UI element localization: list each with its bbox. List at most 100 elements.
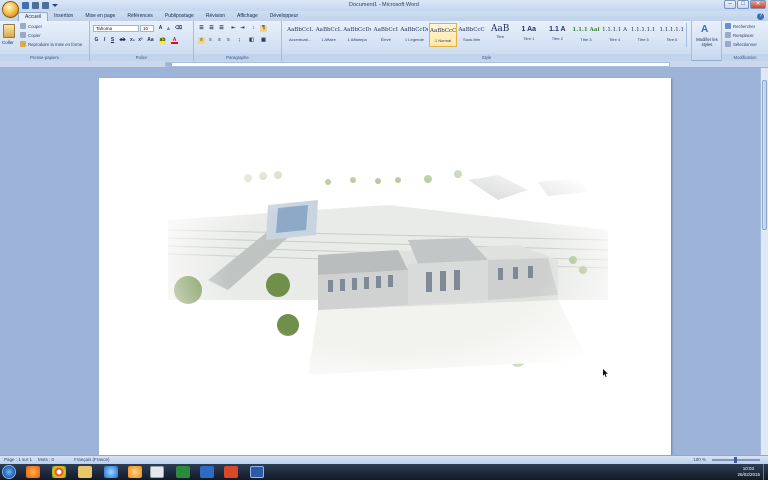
style-item[interactable]: 1.1.1.1 A Titre 4 xyxy=(601,23,629,47)
ie-icon[interactable] xyxy=(104,466,118,478)
style-sample: AaB xyxy=(490,24,510,34)
tray-time[interactable]: 10:03 xyxy=(743,466,754,471)
style-item[interactable]: AaBbCcI Élevé xyxy=(372,23,400,47)
window-controls: – □ ✕ xyxy=(724,0,766,9)
style-item[interactable]: 1 Aa Titre 1 xyxy=(515,23,543,47)
align-right-button[interactable]: ≡ xyxy=(216,37,223,44)
style-item[interactable]: AaBbCcC Sous-titre xyxy=(458,23,486,47)
style-item[interactable]: 1.1.1 Aal Titre 3 xyxy=(572,23,600,47)
style-item[interactable]: AaBbCcL Accentuati... xyxy=(286,23,314,47)
change-styles-button[interactable]: Modifier les styles xyxy=(692,37,722,47)
tab-affichage[interactable]: Affichage xyxy=(231,12,264,21)
tray-date[interactable]: 26/02/2015 xyxy=(737,472,760,477)
underline-button[interactable]: S xyxy=(109,37,116,44)
tab-accueil[interactable]: Accueil xyxy=(18,12,49,21)
style-item[interactable]: AaBbCcL 1 Affaire xyxy=(315,23,343,47)
tab-developpeur[interactable]: Développeur xyxy=(264,12,304,21)
scroll-thumb[interactable] xyxy=(762,80,767,230)
shading-button[interactable]: ◧ xyxy=(248,37,255,44)
highlight-button[interactable]: ab xyxy=(159,37,166,44)
decrease-indent-button[interactable]: ⇤ xyxy=(230,25,237,32)
word-icon[interactable] xyxy=(250,466,264,478)
paste-button[interactable]: Coller xyxy=(2,40,14,45)
format-painter-button[interactable]: Reproduire la mise en forme xyxy=(20,41,82,47)
tab-publipostage[interactable]: Publipostage xyxy=(159,12,200,21)
document-area xyxy=(0,68,760,463)
replace-button[interactable]: Remplacer xyxy=(725,32,754,38)
taskbar: 10:03 26/02/2015 xyxy=(0,464,768,480)
paste-icon[interactable] xyxy=(3,24,15,38)
help-icon[interactable]: ? xyxy=(757,13,764,20)
tab-mise-en-page[interactable]: Mise en page xyxy=(79,12,121,21)
grow-font-button[interactable]: A xyxy=(157,25,164,32)
superscript-button[interactable]: x² xyxy=(137,37,144,44)
copy-button[interactable]: Copier xyxy=(20,32,41,38)
show-desktop-button[interactable] xyxy=(763,464,768,480)
select-icon xyxy=(725,41,731,47)
shrink-font-button[interactable]: A xyxy=(165,25,172,32)
style-item[interactable]: AaBbCcDd 1 Légende xyxy=(400,23,428,47)
page-count[interactable]: Page : 1 sur 1 xyxy=(4,456,32,464)
sort-button[interactable]: ↕ xyxy=(250,25,257,32)
minimize-button[interactable]: – xyxy=(724,0,736,9)
multilevel-list-button[interactable]: ☰ xyxy=(218,25,225,32)
tab-revision[interactable]: Révision xyxy=(200,12,231,21)
style-item[interactable]: AaB Titre xyxy=(486,23,514,47)
style-name: 1 Affaire xyxy=(321,37,336,42)
font-group: Tahoma 10 A A ⌫ G I S ab x₂ x² Aa ab A P… xyxy=(90,21,194,61)
change-styles-icon[interactable]: A xyxy=(701,24,708,35)
window-app-icon[interactable] xyxy=(150,466,164,478)
start-button[interactable] xyxy=(2,465,16,479)
folder-icon[interactable] xyxy=(78,466,92,478)
cut-button[interactable]: Couper xyxy=(20,23,42,29)
bold-button[interactable]: G xyxy=(93,37,100,44)
line-spacing-button[interactable]: ↨ xyxy=(236,37,243,44)
close-button[interactable]: ✕ xyxy=(750,0,766,9)
tab-insertion[interactable]: Insertion xyxy=(48,12,79,21)
select-button[interactable]: Sélectionner xyxy=(725,41,757,47)
style-item[interactable]: 1.1 A Titre 2 xyxy=(543,23,571,47)
excel-icon[interactable] xyxy=(176,466,190,478)
style-item[interactable]: 1.1.1.1.1 Titre 5 xyxy=(629,23,657,47)
zoom-knob[interactable] xyxy=(734,457,737,463)
style-item[interactable]: AaBbCcC 1 Normal xyxy=(429,23,457,47)
outlook-icon[interactable] xyxy=(200,466,214,478)
find-button[interactable]: Rechercher xyxy=(725,23,755,29)
align-center-button[interactable]: ≡ xyxy=(207,37,214,44)
justify-button[interactable]: ≡ xyxy=(225,37,232,44)
powerpoint-icon[interactable] xyxy=(224,466,238,478)
numbering-button[interactable]: ☰ xyxy=(208,25,215,32)
maximize-button[interactable]: □ xyxy=(737,0,749,9)
italic-button[interactable]: I xyxy=(101,37,108,44)
borders-button[interactable]: ▦ xyxy=(260,37,267,44)
change-case-button[interactable]: Aa xyxy=(147,37,154,44)
strike-button[interactable]: ab xyxy=(119,37,126,44)
vertical-scrollbar[interactable] xyxy=(760,68,768,455)
subscript-button[interactable]: x₂ xyxy=(129,37,136,44)
firefox-icon[interactable] xyxy=(26,466,40,478)
style-item[interactable]: AaBbCcDc 1 Affairepa xyxy=(343,23,371,47)
styles-scroll[interactable] xyxy=(686,23,691,47)
horizontal-ruler[interactable] xyxy=(0,61,768,68)
bullets-button[interactable]: ☰ xyxy=(198,25,205,32)
increase-indent-button[interactable]: ⇥ xyxy=(239,25,246,32)
office-button[interactable] xyxy=(2,1,19,18)
document-page[interactable] xyxy=(99,78,671,463)
style-name: Titre 3 xyxy=(580,37,592,42)
align-left-button[interactable]: ≡ xyxy=(198,37,205,44)
tab-references[interactable]: Références xyxy=(121,12,159,21)
style-item[interactable]: 1.1.1.1.1 Titre 6 xyxy=(658,23,686,47)
font-name-select[interactable]: Tahoma xyxy=(93,25,139,32)
chrome-icon[interactable] xyxy=(52,466,66,478)
show-marks-button[interactable]: ¶ xyxy=(260,25,267,32)
language-indicator[interactable]: Français (France) xyxy=(74,456,110,464)
style-sample: 1.1 A xyxy=(549,26,566,33)
font-color-button[interactable]: A xyxy=(171,37,178,44)
word-count[interactable]: Mots : 0 xyxy=(38,456,54,464)
media-player-icon[interactable] xyxy=(128,466,142,478)
zoom-level[interactable]: 100 % xyxy=(693,456,706,464)
style-name: Titre 2 xyxy=(551,36,563,41)
clear-format-button[interactable]: ⌫ xyxy=(175,25,182,32)
font-size-select[interactable]: 10 xyxy=(140,25,154,32)
zoom-slider[interactable] xyxy=(712,457,760,463)
